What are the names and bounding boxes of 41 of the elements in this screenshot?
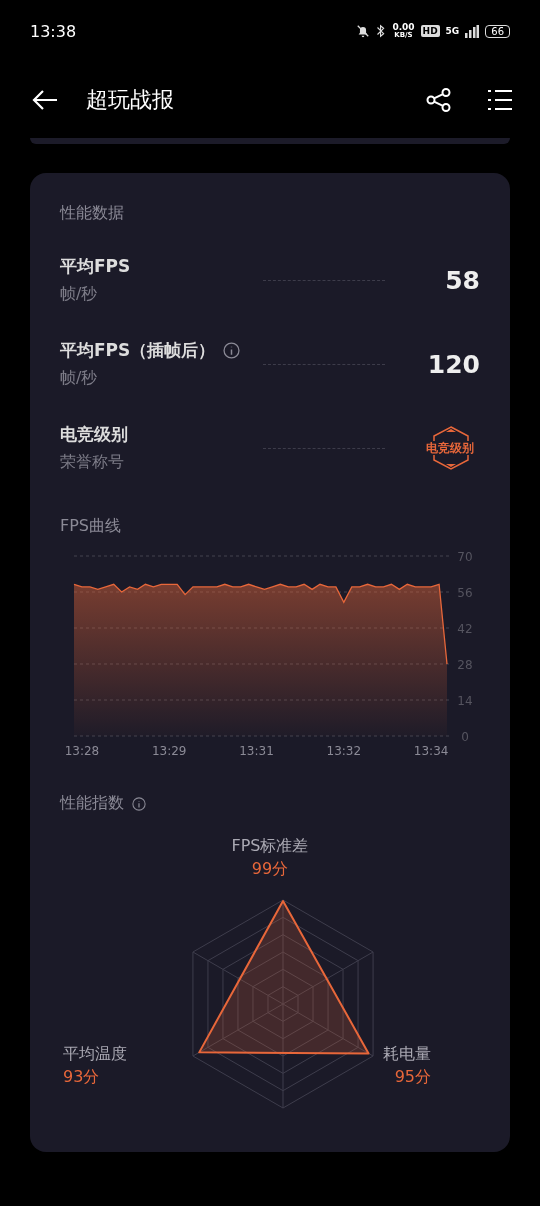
status-time: 13:38 bbox=[30, 21, 77, 41]
metric-value: 58 bbox=[444, 265, 480, 295]
x-tick-label: 13:29 bbox=[151, 744, 187, 757]
section-title: 性能数据 bbox=[60, 203, 124, 224]
y-tick-label: 42 bbox=[457, 622, 473, 636]
network-type: 5G bbox=[445, 26, 460, 36]
metric-label: 耗电量 bbox=[383, 1044, 431, 1065]
metric-unit: 荣誉称号 bbox=[60, 452, 125, 473]
page-title: 超玩战报 bbox=[86, 86, 175, 114]
metric-value: 120 bbox=[426, 349, 480, 379]
metric-label: FPS标准差 bbox=[231, 836, 309, 857]
metric-name: 平均FPS（插帧后） bbox=[60, 339, 216, 362]
menu-button[interactable] bbox=[488, 89, 512, 111]
metric-score: 93分 bbox=[63, 1067, 100, 1088]
x-tick-label: 13:32 bbox=[326, 744, 362, 757]
signal-icon bbox=[465, 24, 480, 38]
y-tick-label: 14 bbox=[457, 694, 473, 708]
x-tick-label: 13:31 bbox=[239, 744, 274, 757]
metric-score: 99分 bbox=[251, 859, 289, 880]
x-tick-label: 13:34 bbox=[413, 744, 449, 757]
metric-score: 95分 bbox=[394, 1067, 431, 1088]
y-tick-label: 28 bbox=[457, 658, 473, 672]
metric-unit: 帧/秒 bbox=[60, 368, 99, 389]
bell-off-icon bbox=[356, 24, 371, 38]
y-tick-label: 70 bbox=[457, 550, 473, 564]
y-tick-label: 56 bbox=[457, 586, 473, 600]
back-button[interactable] bbox=[32, 90, 58, 110]
metric-unit: 帧/秒 bbox=[60, 284, 99, 305]
info-icon[interactable] bbox=[132, 796, 146, 811]
bluetooth-icon bbox=[376, 24, 387, 38]
section-title: 性能指数 bbox=[60, 793, 124, 814]
x-tick-label: 13:28 bbox=[64, 744, 100, 757]
chart-title: FPS曲线 bbox=[60, 516, 121, 537]
info-icon[interactable] bbox=[223, 342, 241, 359]
battery-indicator: 66 bbox=[485, 24, 510, 38]
metric-name: 电竞级别 bbox=[60, 423, 128, 446]
share-button[interactable] bbox=[426, 88, 452, 112]
y-tick-label: 0 bbox=[461, 730, 469, 744]
hd-badge: HD bbox=[420, 25, 440, 37]
metric-label: 平均温度 bbox=[63, 1044, 127, 1065]
metric-name: 平均FPS bbox=[60, 255, 131, 278]
